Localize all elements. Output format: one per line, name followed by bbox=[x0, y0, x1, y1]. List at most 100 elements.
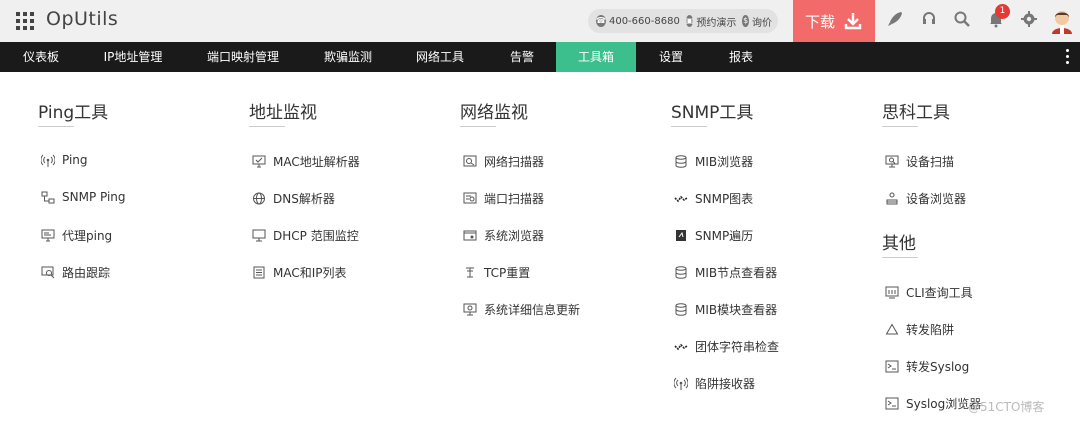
terminal-icon bbox=[884, 360, 900, 374]
inquiry-link[interactable]: 询价 bbox=[752, 14, 772, 29]
phone-number[interactable]: 400-660-8680 bbox=[609, 16, 680, 27]
database-icon bbox=[673, 266, 689, 280]
tool-mac-ip-list[interactable]: MAC和IP列表 bbox=[251, 264, 347, 281]
triangle-icon bbox=[884, 323, 900, 337]
contact-pill: ☎ 400-660-8680 ▣ 预约演示 $ 询价 bbox=[588, 9, 778, 33]
app-title: OpUtils bbox=[46, 8, 119, 30]
tool-label: 团体字符串检查 bbox=[695, 340, 780, 354]
tool-label: 系统详细信息更新 bbox=[484, 303, 581, 317]
app-grid-icon[interactable] bbox=[16, 12, 34, 30]
device-scan-icon bbox=[884, 155, 900, 169]
address-monitor-title: 地址监视 bbox=[249, 98, 317, 127]
terminal-icon bbox=[884, 397, 900, 411]
tool-cli-query[interactable]: CLI查询工具 bbox=[884, 284, 973, 301]
tool-mac-resolver[interactable]: MAC地址解析器 bbox=[251, 153, 360, 170]
download-label: 下载 bbox=[804, 12, 835, 31]
reset-icon bbox=[462, 266, 478, 280]
tool-label: 系统浏览器 bbox=[484, 229, 545, 243]
tool-ping[interactable]: Ping bbox=[40, 153, 88, 167]
nav-toolbox[interactable]: 工具箱 bbox=[556, 42, 636, 72]
system-browser-icon bbox=[462, 229, 478, 243]
demo-link[interactable]: 预约演示 bbox=[696, 14, 736, 29]
tool-community-string-check[interactable]: 团体字符串检查 bbox=[673, 338, 779, 355]
tool-label: MIB节点查看器 bbox=[695, 266, 778, 280]
antenna-icon bbox=[673, 377, 689, 391]
tool-label: 端口扫描器 bbox=[484, 192, 545, 206]
nav-ip-management[interactable]: IP地址管理 bbox=[92, 42, 174, 72]
tool-label: 设备扫描 bbox=[906, 155, 955, 169]
dollar-icon: $ bbox=[742, 15, 749, 27]
tool-label: SNMP Ping bbox=[62, 190, 126, 204]
tool-label: MIB模块查看器 bbox=[695, 303, 778, 317]
nav-rogue-detection[interactable]: 欺骗监测 bbox=[312, 42, 384, 72]
support-icon[interactable] bbox=[918, 10, 940, 32]
desktop-icon bbox=[251, 229, 267, 243]
database-icon bbox=[673, 303, 689, 317]
snmp-tools-title: SNMP工具 bbox=[671, 98, 753, 127]
nav-settings[interactable]: 设置 bbox=[648, 42, 694, 72]
download-icon bbox=[844, 13, 862, 30]
nav-more-icon[interactable] bbox=[1066, 49, 1070, 67]
tool-trap-receiver[interactable]: 陷阱接收器 bbox=[673, 375, 755, 392]
tool-snmp-ping[interactable]: SNMP Ping bbox=[40, 190, 126, 204]
device-browser-icon bbox=[884, 192, 900, 206]
calendar-icon: ▣ bbox=[685, 15, 694, 27]
traceroute-icon bbox=[40, 266, 56, 280]
tool-dns-resolver[interactable]: DNS解析器 bbox=[251, 190, 335, 207]
tool-port-scanner[interactable]: 端口扫描器 bbox=[462, 190, 544, 207]
download-button[interactable]: 下载 bbox=[793, 0, 875, 42]
walk-icon bbox=[673, 229, 689, 243]
top-header: OpUtils ☎ 400-660-8680 ▣ 预约演示 $ 询价 下载 1 bbox=[0, 0, 1080, 43]
notification-badge: 1 bbox=[995, 4, 1010, 19]
ping-tools-title: Ping工具 bbox=[38, 98, 108, 127]
other-tools-title: 其他 bbox=[882, 229, 918, 258]
rocket-icon[interactable] bbox=[884, 10, 906, 32]
tool-mib-node-viewer[interactable]: MIB节点查看器 bbox=[673, 264, 777, 281]
nav-dashboard[interactable]: 仪表板 bbox=[12, 42, 70, 72]
tool-mib-browser[interactable]: MIB浏览器 bbox=[673, 153, 753, 170]
avatar[interactable] bbox=[1050, 8, 1074, 34]
chart-icon bbox=[673, 340, 689, 354]
search-icon[interactable] bbox=[951, 10, 973, 32]
tool-forward-syslog[interactable]: 转发Syslog bbox=[884, 358, 969, 375]
nav-network-tools[interactable]: 网络工具 bbox=[404, 42, 476, 72]
nav-port-mapping[interactable]: 端口映射管理 bbox=[196, 42, 290, 72]
cisco-tools-title: 思科工具 bbox=[882, 98, 950, 127]
monitor-icon bbox=[251, 155, 267, 169]
tool-tcp-reset[interactable]: TCP重置 bbox=[462, 264, 530, 281]
tool-label: 设备浏览器 bbox=[906, 192, 967, 206]
tool-label: SNMP图表 bbox=[695, 192, 754, 206]
tool-label: CLI查询工具 bbox=[906, 286, 973, 300]
tool-label: DNS解析器 bbox=[273, 192, 335, 206]
tool-network-scanner[interactable]: 网络扫描器 bbox=[462, 153, 544, 170]
cli-icon bbox=[884, 286, 900, 300]
scanner-icon bbox=[462, 155, 478, 169]
tool-syslog-browser[interactable]: Syslog浏览器 bbox=[884, 395, 981, 412]
tool-proxy-ping[interactable]: 代理ping bbox=[40, 227, 112, 244]
tool-mib-module-viewer[interactable]: MIB模块查看器 bbox=[673, 301, 777, 318]
tool-snmp-walk[interactable]: SNMP遍历 bbox=[673, 227, 753, 244]
nav-alarms[interactable]: 告警 bbox=[496, 42, 548, 72]
tool-device-browser[interactable]: 设备浏览器 bbox=[884, 190, 966, 207]
nav-reports[interactable]: 报表 bbox=[716, 42, 766, 72]
tool-label: SNMP遍历 bbox=[695, 229, 754, 243]
antenna-icon bbox=[40, 153, 56, 167]
tool-snmp-graph[interactable]: SNMP图表 bbox=[673, 190, 753, 207]
proxy-icon bbox=[40, 229, 56, 243]
tool-label: Ping bbox=[62, 153, 88, 167]
gear-icon[interactable] bbox=[1018, 10, 1040, 32]
phone-icon: ☎ bbox=[596, 15, 606, 27]
database-icon bbox=[673, 155, 689, 169]
list-icon bbox=[251, 266, 267, 280]
tool-label: 转发Syslog bbox=[906, 360, 970, 374]
tool-forward-trap[interactable]: 转发陷阱 bbox=[884, 321, 954, 338]
tool-label: DHCP 范围监控 bbox=[273, 229, 359, 243]
chart-icon bbox=[673, 192, 689, 206]
tool-device-scan[interactable]: 设备扫描 bbox=[884, 153, 954, 170]
tool-system-browser[interactable]: 系统浏览器 bbox=[462, 227, 544, 244]
tool-label: 转发陷阱 bbox=[906, 323, 955, 337]
tool-system-info-update[interactable]: 系统详细信息更新 bbox=[462, 301, 580, 318]
tool-label: 代理ping bbox=[62, 229, 113, 243]
tool-traceroute[interactable]: 路由跟踪 bbox=[40, 264, 110, 281]
tool-dhcp-scope-monitor[interactable]: DHCP 范围监控 bbox=[251, 227, 359, 244]
